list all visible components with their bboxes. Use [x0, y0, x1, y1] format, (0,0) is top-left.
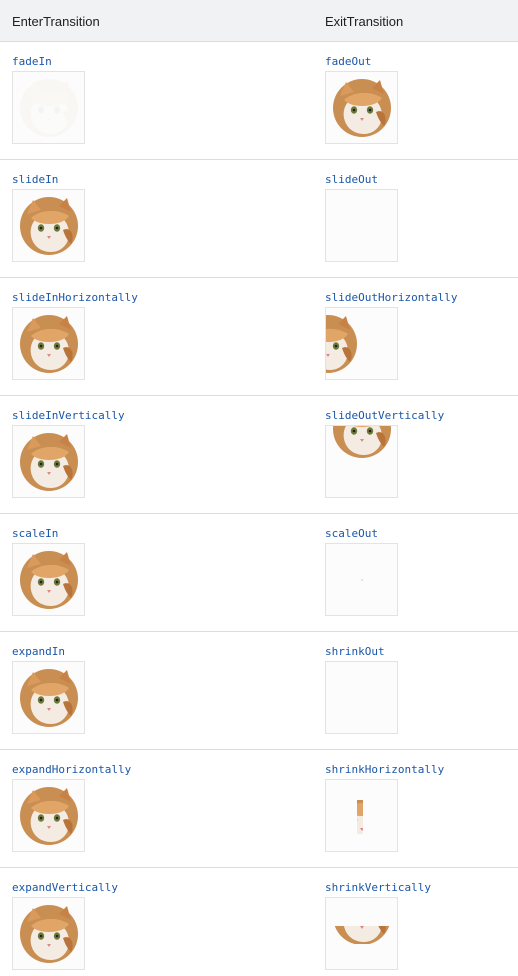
cat-icon: [19, 786, 79, 846]
cat-icon: [332, 926, 392, 944]
preview-frame: [12, 661, 85, 734]
preview-frame: [325, 779, 398, 852]
exit-transition-name: scaleOut: [325, 527, 378, 540]
enter-cell: slideInVertically: [12, 409, 125, 498]
table-row: slideIn slideOut: [0, 160, 518, 278]
cat-icon: [19, 668, 79, 728]
enter-transition-name: expandIn: [12, 645, 65, 658]
cat-icon: [19, 550, 79, 610]
cat-icon: [19, 314, 79, 374]
cat-icon: [19, 432, 79, 492]
exit-cell: fadeOut: [325, 55, 398, 144]
preview-frame: [12, 425, 85, 498]
preview-frame: [325, 307, 398, 380]
preview-frame: [12, 779, 85, 852]
preview-frame: [12, 897, 85, 970]
header-enter-transition: EnterTransition: [12, 14, 100, 29]
exit-cell: shrinkOut: [325, 645, 398, 734]
header-exit-transition: ExitTransition: [325, 14, 404, 29]
enter-transition-name: expandVertically: [12, 881, 118, 894]
exit-transition-name: shrinkHorizontally: [325, 763, 445, 776]
table-row: fadeIn fadeOut: [0, 42, 518, 160]
exit-transition-name: slideOutHorizontally: [325, 291, 458, 304]
enter-cell: slideIn: [12, 173, 85, 262]
cat-icon: [19, 196, 79, 256]
exit-cell: slideOut: [325, 173, 398, 262]
preview-frame: [325, 189, 398, 262]
table-row: expandIn shrinkOut: [0, 632, 518, 750]
cat-icon: [357, 800, 363, 834]
table-row: expandHorizontally shrinkHorizontally: [0, 750, 518, 868]
exit-cell: shrinkVertically: [325, 881, 431, 970]
enter-transition-name: scaleIn: [12, 527, 59, 540]
preview-frame: [12, 543, 85, 616]
exit-transition-name: slideOut: [325, 173, 378, 186]
exit-transition-name: fadeOut: [325, 55, 372, 68]
enter-transition-name: slideInHorizontally: [12, 291, 138, 304]
cat-icon: [332, 78, 392, 138]
exit-cell: shrinkHorizontally: [325, 763, 444, 852]
exit-cell: slideOutHorizontally: [325, 291, 457, 380]
preview-frame: [325, 661, 398, 734]
exit-transition-name: slideOutVertically: [325, 409, 445, 422]
cat-icon: [325, 314, 358, 374]
preview-frame: [12, 71, 85, 144]
table-row: slideInHorizontally slideOutHorizontally: [0, 278, 518, 396]
enter-cell: expandVertically: [12, 881, 118, 970]
table-row: slideInVertically slideOutVertically: [0, 396, 518, 514]
enter-cell: expandIn: [12, 645, 85, 734]
enter-cell: expandHorizontally: [12, 763, 131, 852]
preview-frame: [12, 189, 85, 262]
exit-cell: slideOutVertically: [325, 409, 444, 498]
cat-icon: [19, 78, 79, 138]
transition-table: EnterTransition ExitTransition fadeIn fa…: [0, 0, 518, 975]
exit-transition-name: shrinkOut: [325, 645, 385, 658]
enter-transition-name: slideIn: [12, 173, 59, 186]
exit-cell: scaleOut: [325, 527, 398, 616]
enter-cell: scaleIn: [12, 527, 85, 616]
cat-icon: [361, 579, 363, 581]
table-row: expandVertically shrinkVertically: [0, 868, 518, 975]
enter-transition-name: slideInVertically: [12, 409, 125, 422]
enter-cell: fadeIn: [12, 55, 85, 144]
table-row: scaleIn scaleOut: [0, 514, 518, 632]
enter-transition-name: fadeIn: [12, 55, 52, 68]
enter-cell: slideInHorizontally: [12, 291, 138, 380]
preview-frame: [325, 425, 398, 498]
cat-icon: [332, 425, 392, 459]
cat-icon: [19, 904, 79, 964]
preview-frame: [325, 71, 398, 144]
preview-frame: [325, 543, 398, 616]
preview-frame: [325, 897, 398, 970]
table-header: EnterTransition ExitTransition: [0, 0, 518, 42]
preview-frame: [12, 307, 85, 380]
enter-transition-name: expandHorizontally: [12, 763, 132, 776]
exit-transition-name: shrinkVertically: [325, 881, 431, 894]
